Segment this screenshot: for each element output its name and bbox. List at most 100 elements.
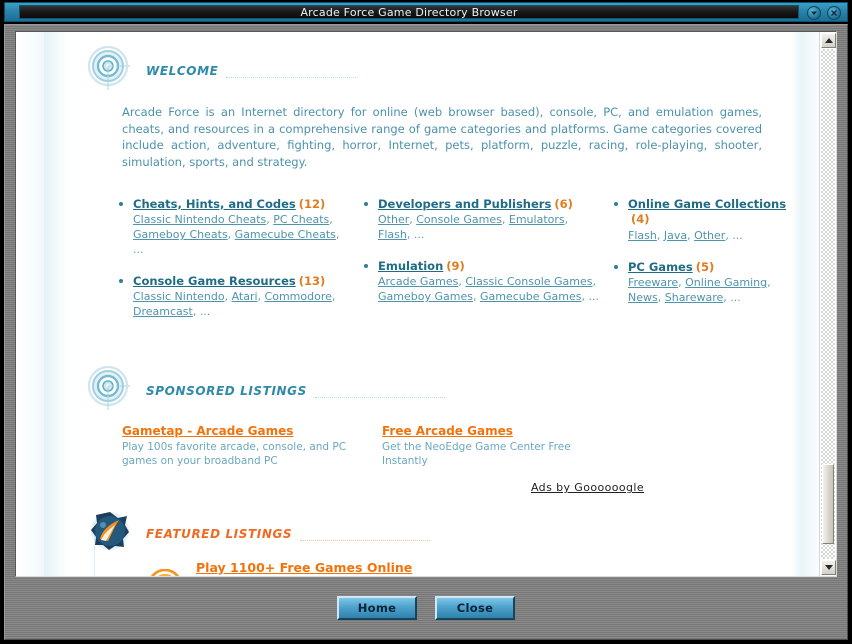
subcategory-more: ... [732,228,743,242]
welcome-section: WELCOME Arcade Force is an Internet dire… [78,46,779,171]
subcategory-link[interactable]: Gamecube Games [480,290,582,303]
subcategory-link[interactable]: Atari [232,290,258,303]
subcategory-link[interactable]: Shareware [665,291,724,304]
sponsored-ad-title[interactable]: Gametap - Arcade Games [122,424,293,438]
category-count: (12) [298,196,326,211]
category-link[interactable]: PC Games [628,260,693,274]
subcategory-link[interactable]: Arcade Games [378,275,458,288]
category-count: (5) [695,259,715,274]
category-link[interactable]: Online Game Collections [628,197,786,211]
subcategory-link[interactable]: Online Gaming [685,276,767,289]
category-count: (4) [631,212,650,227]
category-heading: PC Games (5) [628,260,806,276]
category-subcategories: Classic Nintendo, Atari, Commodore, Drea… [133,290,336,319]
scroll-up-arrow-icon [824,38,833,43]
subcategory-link[interactable]: PC Cheats [273,213,329,226]
directory-page: WELCOME Arcade Force is an Internet dire… [16,32,819,576]
featured-text: Play 1100+ Free Games Online Comprehensi… [196,557,779,576]
sponsored-ad: Free Arcade Games Get the NeoEdge Game C… [382,420,612,468]
content-well: WELCOME Arcade Force is an Internet dire… [15,31,837,577]
bullet-icon [119,278,123,283]
welcome-header: WELCOME [78,46,779,92]
application-window: Arcade Force Game Directory Browser WELC… [0,0,852,644]
sponsored-ad-description: Get the NeoEdge Game Center Free Instant… [382,440,571,468]
subcategory-link[interactable]: Classic Nintendo Cheats [133,213,266,226]
sponsored-heading: SPONSORED LISTINGS [146,383,307,398]
subcategory-more: ... [730,290,741,304]
sponsored-ad-title[interactable]: Free Arcade Games [382,424,513,438]
scrollbar-track[interactable] [821,49,835,559]
category-subcategories: Classic Nintendo Cheats, PC Cheats, Game… [133,213,340,256]
minimize-button[interactable] [807,6,821,20]
subcategory-link[interactable]: Other [694,229,725,242]
sponsored-ads-row: Gametap - Arcade Games Play 100s favorit… [122,420,682,468]
subcategory-link[interactable]: Gameboy Games [378,290,473,303]
subcategory-link[interactable]: Gameboy Cheats [133,228,228,241]
category-subcategories: Freeware, Online Gaming, News, Shareware… [628,276,771,304]
featured-rule [300,540,431,542]
window-body: WELCOME Arcade Force is an Internet dire… [4,24,848,640]
scrollbar-thumb[interactable] [822,464,834,544]
category-item: Console Game Resources (13) Classic Ninte… [116,274,351,320]
scroll-down-button[interactable] [821,560,836,575]
sponsored-ad: Gametap - Arcade Games Play 100s favorit… [122,420,352,468]
page-content: WELCOME Arcade Force is an Internet dire… [16,32,819,576]
category-link[interactable]: Emulation [378,259,443,273]
category-subcategories: Other, Console Games, Emulators, Flash, … [378,213,569,242]
spiral-logo-icon [88,365,132,410]
category-heading: Online Game Collections (4) [628,197,806,228]
subcategory-more: ... [413,228,425,242]
scroll-down-arrow-icon [824,565,833,570]
close-icon [831,10,837,16]
welcome-heading: WELCOME [146,64,219,78]
subcategory-link[interactable]: Gamecube Cheats [235,228,336,241]
button-bar: Home Close [5,577,847,639]
orange-target-icon [151,569,179,576]
category-column-2: Developers and Publishers (6) Other, Cons… [361,197,611,336]
subcategory-link[interactable]: Freeware [628,276,678,289]
featured-heading: FEATURED LISTINGS [146,527,293,542]
subcategory-link[interactable]: Classic Console Games [465,275,592,288]
subcategory-link[interactable]: Console Games [416,213,502,226]
subcategory-link[interactable]: Flash [378,228,407,241]
sponsored-ad-description: Play 100s favorite arcade, console, and … [122,440,347,468]
subcategory-link[interactable]: Flash [628,229,657,242]
welcome-rule [226,77,357,78]
featured-listing-title[interactable]: Play 1100+ Free Games Online [196,560,412,575]
window-title: Arcade Force Game Directory Browser [300,5,518,19]
category-item: Emulation (9) Arcade Games, Classic Conso… [361,259,601,305]
category-item: Online Game Collections (4) Flash, Java, … [611,197,806,244]
subcategory-link[interactable]: Emulators [509,213,565,226]
category-link[interactable]: Console Game Resources [133,274,296,288]
category-item: Developers and Publishers (6) Other, Cons… [361,197,601,243]
close-window-button[interactable]: Close [435,596,515,620]
bullet-icon [364,263,368,268]
home-button[interactable]: Home [337,596,417,620]
subcategory-link[interactable]: Classic Nintendo [133,290,225,303]
sponsored-body: Gametap - Arcade Games Play 100s favorit… [122,420,682,495]
category-link[interactable]: Developers and Publishers [378,197,551,211]
close-button[interactable] [827,6,841,20]
subcategory-more: ... [199,305,211,319]
subcategory-link[interactable]: Commodore [265,290,332,303]
subcategory-link[interactable]: News [628,291,658,304]
sponsored-section: SPONSORED LISTINGS Gametap - Arcade Game… [78,365,779,495]
subcategory-more: ... [588,290,599,304]
welcome-paragraph: Arcade Force is an Internet directory fo… [122,105,762,170]
ads-by-link[interactable]: Ads by Goooooogle [531,481,644,494]
vertical-scrollbar[interactable] [819,32,836,576]
scroll-up-button[interactable] [821,33,836,48]
spiral-logo-icon [88,46,132,90]
category-heading: Developers and Publishers (6) [378,197,601,213]
category-item: Cheats, Hints, and Codes (12) Classic Nin… [116,197,351,258]
subcategory-link[interactable]: Dreamcast [133,305,193,318]
subcategory-link[interactable]: Other [378,213,409,226]
bullet-icon [614,264,618,269]
bullet-icon [614,201,618,206]
category-count: (9) [446,258,465,273]
category-column-3: Online Game Collections (4) Flash, Java, … [611,197,816,336]
subcategory-link[interactable]: Java [664,229,687,242]
featured-section: FEATURED LISTINGS Play 1100+ Free Games … [78,512,779,576]
category-link[interactable]: Cheats, Hints, and Codes [133,197,296,211]
category-heading: Emulation (9) [378,259,601,275]
